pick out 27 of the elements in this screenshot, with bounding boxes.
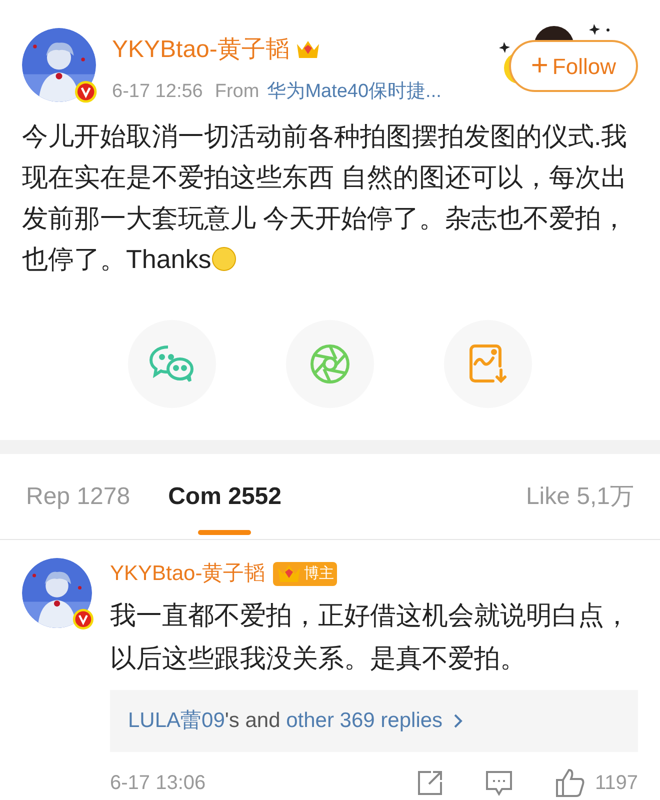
comment-icon[interactable] xyxy=(484,770,513,796)
verified-badge-icon xyxy=(72,608,94,630)
commenter-name[interactable]: YKYBtao-黄子韬 xyxy=(110,558,266,590)
source-link[interactable]: 华为Mate40保时捷... xyxy=(267,78,442,106)
reply-text: 's and xyxy=(224,708,282,734)
source-label: From xyxy=(214,80,260,104)
comment-time: 6-17 13:06 xyxy=(110,770,206,796)
comment-text: 我一直都不爱拍，正好借这机会就说明白点，以后这些跟我没关系。是真不爱拍。 xyxy=(110,598,631,674)
tab[interactable]: Com 2552 xyxy=(168,454,282,539)
post-time: 6-17 12:56 xyxy=(112,80,203,104)
author-name[interactable]: YKYBtao-黄子韬 xyxy=(112,32,290,68)
tab[interactable]: Like 5,1万 xyxy=(526,454,634,539)
thumbs-up-icon[interactable] xyxy=(554,768,585,798)
tab[interactable]: Rep 1278 xyxy=(26,454,130,539)
post-text: 今儿开始取消一切活动前各种拍图摆拍发图的仪式.我现在实在是不爱拍这些东西 自然的图还可以，每次出发前那一大套玩意儿 今天开始停了。杂志也不爱拍，也停了。Thanks xyxy=(21,120,628,276)
chat-bubbles-icon xyxy=(149,344,195,384)
reply-link[interactable]: other 369 replies xyxy=(286,704,443,736)
like-count: 1197 xyxy=(594,770,638,796)
follow-button[interactable]: +Follow xyxy=(508,40,638,92)
author-badge: 博主 xyxy=(273,562,338,586)
replies-panel[interactable]: LULA蕾09's and other 369 replies xyxy=(110,690,638,752)
share-icon[interactable] xyxy=(416,770,443,796)
chevron-right-icon xyxy=(452,712,463,728)
reply-link[interactable]: LULA蕾09 xyxy=(128,704,225,736)
aperture-icon xyxy=(309,343,351,385)
image-download-icon xyxy=(469,344,507,384)
verified-badge-icon xyxy=(74,80,98,104)
